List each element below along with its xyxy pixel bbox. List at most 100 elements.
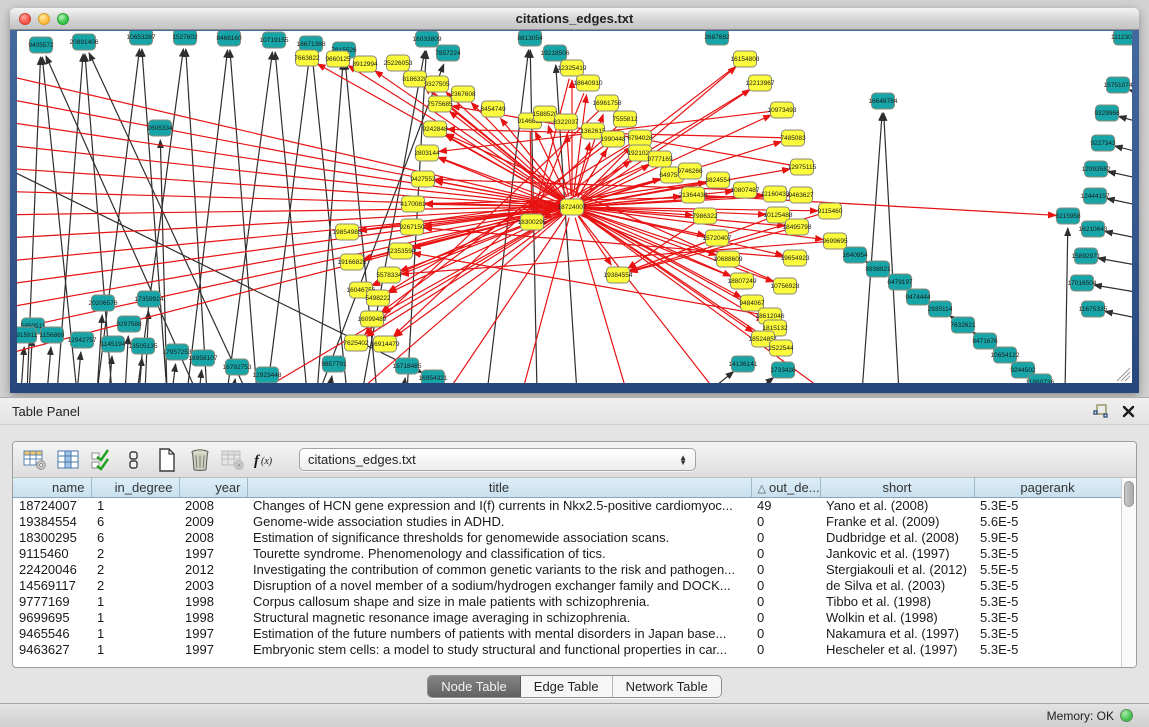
graph-node[interactable]: 11860736	[1026, 374, 1055, 383]
table-cell[interactable]: Dudbridge et al. (2008)	[820, 529, 974, 545]
graph-node[interactable]: 10973493	[768, 102, 797, 118]
graph-node[interactable]: 21364436	[679, 187, 708, 203]
citation-edge-black[interactable]	[186, 49, 207, 383]
citation-edge-red[interactable]	[522, 218, 569, 383]
graph-node[interactable]: 10807487	[731, 182, 760, 198]
graph-node[interactable]: 9267150	[399, 219, 425, 235]
table-selector-dropdown[interactable]: citations_edges.txt ▲▼	[299, 448, 696, 471]
graph-node[interactable]: 2803144	[414, 145, 440, 161]
graph-node[interactable]: 2605334	[147, 120, 173, 136]
graph-node[interactable]: 8466160	[216, 31, 242, 46]
table-cell[interactable]: 0	[751, 513, 820, 529]
table-cell[interactable]: 1997	[179, 625, 247, 641]
graph-node[interactable]: 9474444	[905, 289, 931, 305]
graph-node[interactable]: 10654122	[991, 347, 1020, 363]
table-cell[interactable]: 1997	[179, 545, 247, 561]
graph-node[interactable]: 16648784	[869, 93, 898, 109]
graph-node[interactable]: 10653287	[127, 31, 156, 45]
graph-node[interactable]: 2687682	[704, 31, 730, 45]
table-cell[interactable]: 5.9E-5	[974, 529, 1121, 545]
graph-node[interactable]: 1640954	[842, 247, 868, 263]
table-cell[interactable]: 6	[91, 529, 179, 545]
table-cell[interactable]: 19384554	[13, 513, 91, 529]
graph-node[interactable]: 1733426	[770, 362, 796, 378]
graph-node[interactable]: 1156869	[40, 327, 65, 343]
graph-node[interactable]: 15751074	[1104, 77, 1132, 93]
graph-node[interactable]: 9746266	[677, 163, 703, 179]
graph-node[interactable]: 25226053	[384, 55, 413, 71]
citation-edge-black[interactable]	[21, 347, 24, 383]
table-cell[interactable]: 0	[751, 529, 820, 545]
table-cell[interactable]: 1	[91, 593, 179, 609]
graph-node[interactable]: 9327505	[424, 76, 450, 92]
table-cell[interactable]: 2009	[179, 513, 247, 529]
table-cell[interactable]: 5.3E-5	[974, 497, 1121, 513]
citation-edge-black[interactable]	[275, 52, 307, 383]
citation-edge-red[interactable]	[567, 134, 571, 196]
table-row[interactable]: 946362711997Embryonic stem cells: a mode…	[13, 641, 1121, 657]
citation-edge-black[interactable]	[317, 62, 343, 383]
table-cell[interactable]: 9463627	[13, 641, 91, 657]
table-cell[interactable]: Franke et al. (2009)	[820, 513, 974, 529]
graph-node[interactable]: 9329966	[1094, 105, 1120, 121]
graph-node[interactable]: 9115460	[818, 203, 843, 219]
citation-edge-black[interactable]	[1107, 198, 1132, 206]
table-cell[interactable]: Stergiakouli et al. (2012)	[820, 561, 974, 577]
table-cell[interactable]: Wolkin et al. (1998)	[820, 609, 974, 625]
table-cell[interactable]: 18300295	[13, 529, 91, 545]
citation-edge-black[interactable]	[47, 347, 51, 383]
window-titlebar[interactable]: citations_edges.txt	[10, 8, 1139, 30]
graph-node[interactable]: 12160433	[761, 186, 790, 202]
table-cell[interactable]: 2003	[179, 577, 247, 593]
graph-node[interactable]: 8471676	[972, 333, 998, 349]
graph-node[interactable]: 11123057	[1111, 31, 1132, 45]
table-cell[interactable]: Yano et al. (2008)	[820, 497, 974, 513]
citation-edge-red[interactable]	[17, 71, 561, 205]
graph-node[interactable]: 16958107	[189, 350, 218, 366]
table-cell[interactable]: Tourette syndrome. Phenomenology and cla…	[247, 545, 751, 561]
table-row[interactable]: 969969511998Structural magnetic resonanc…	[13, 609, 1121, 625]
table-cell[interactable]: 1998	[179, 609, 247, 625]
delete-trash-icon[interactable]	[186, 447, 214, 473]
table-cell[interactable]: 5.5E-5	[974, 561, 1121, 577]
table-cell[interactable]: 2	[91, 561, 179, 577]
tab-network-table[interactable]: Network Table	[613, 676, 721, 697]
graph-node[interactable]: 3824554	[705, 172, 731, 188]
citation-edge-red[interactable]	[704, 196, 1056, 216]
graph-node[interactable]: 12923448	[253, 367, 282, 383]
graph-node[interactable]: 17359924	[135, 291, 164, 307]
tab-node-table[interactable]: Node Table	[428, 676, 521, 697]
graph-node[interactable]: 18300295	[518, 214, 547, 230]
table-row[interactable]: 946554611997Estimation of the future num…	[13, 625, 1121, 641]
table-cell[interactable]: Changes of HCN gene expression and I(f) …	[247, 497, 751, 513]
table-cell[interactable]: 5.3E-5	[974, 545, 1121, 561]
memory-ok-icon[interactable]	[1120, 709, 1133, 722]
graph-node[interactable]: 10688609	[714, 251, 743, 267]
scrollbar-thumb[interactable]	[1124, 481, 1134, 507]
graph-node[interactable]: 2367608	[450, 86, 476, 102]
graph-node[interactable]: 12444157	[1081, 188, 1110, 204]
table-row[interactable]: 1456911722003Disruption of a novel membe…	[13, 577, 1121, 593]
table-cell[interactable]: Disruption of a novel member of a sodium…	[247, 577, 751, 593]
graph-node[interactable]: 10719155	[260, 32, 289, 48]
graph-node[interactable]: 5498222	[365, 290, 391, 306]
citation-edge-black[interactable]	[233, 379, 235, 383]
graph-node[interactable]: 9227343	[1090, 135, 1116, 151]
graph-node[interactable]: 12975115	[788, 159, 817, 175]
table-row[interactable]: 977716911998Corpus callosum shape and si…	[13, 593, 1121, 609]
citation-edge-black[interactable]	[137, 49, 183, 383]
graph-node[interactable]: 1990448	[600, 131, 626, 147]
graph-node[interactable]: 16033809	[413, 31, 442, 47]
graph-node[interactable]: 12093582	[1082, 161, 1111, 177]
table-cell[interactable]: 1997	[179, 641, 247, 657]
node-table-grid[interactable]: namein_degreeyeartitle△out_de...shortpag…	[13, 478, 1121, 668]
table-cell[interactable]: 1	[91, 641, 179, 657]
column-header-pagerank[interactable]: pagerank	[974, 478, 1121, 497]
citation-edge-black[interactable]	[199, 370, 202, 383]
graph-node[interactable]: 1527602	[172, 31, 198, 45]
column-header-out_de[interactable]: △out_de...	[751, 478, 820, 497]
graph-node[interactable]: 7485083	[780, 130, 806, 146]
graph-node[interactable]: 9857791	[321, 356, 347, 372]
graph-node[interactable]: 9463627	[788, 187, 814, 203]
graph-node[interactable]: 12353594	[387, 243, 416, 259]
